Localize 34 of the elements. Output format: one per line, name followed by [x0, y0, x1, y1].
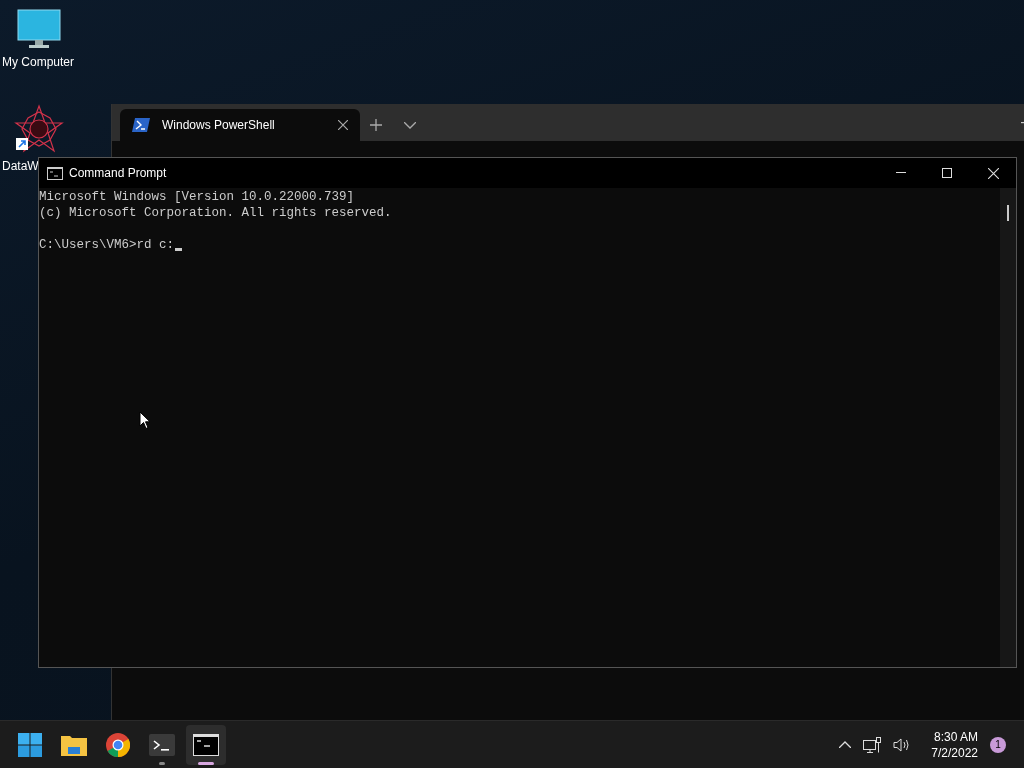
windows-logo-icon [18, 732, 42, 757]
clock-time: 8:30 AM [933, 728, 978, 745]
console-icon [47, 166, 63, 180]
terminal-tab[interactable]: Windows PowerShell [120, 109, 360, 141]
taskbar-app[interactable] [186, 724, 226, 765]
chrome-icon [106, 732, 130, 757]
network-icon[interactable] [863, 736, 882, 753]
console-icon [193, 733, 219, 756]
terminal-icon [149, 733, 175, 756]
minimize-icon [896, 172, 906, 174]
mouse-pointer-icon [139, 411, 151, 430]
powershell-icon [132, 118, 150, 132]
console-prompt: C:\Users\VM6>rd c: [39, 237, 175, 253]
tab-title: Windows PowerShell [162, 117, 276, 134]
clock[interactable]: 8:30 AM 7/2/2022 [931, 728, 978, 761]
console-line: Microsoft Windows [Version 10.0.22000.739] [39, 189, 355, 205]
close-icon [987, 167, 999, 179]
chevron-up-icon[interactable] [839, 741, 852, 748]
close-icon[interactable] [338, 120, 348, 130]
console-line: (c) Microsoft Corporation. All rights reserved. [39, 205, 392, 221]
monitor-icon[interactable] [17, 8, 61, 50]
folder-icon [61, 733, 87, 756]
maximize-icon [942, 168, 952, 178]
scrollbar[interactable] [1000, 188, 1016, 667]
window-title: Command Prompt [69, 165, 167, 182]
icon-label: My Computer [1, 54, 75, 70]
plus-icon[interactable] [370, 119, 382, 131]
star-shortcut-icon[interactable] [14, 104, 64, 154]
text-cursor [175, 248, 183, 251]
speaker-icon[interactable] [893, 736, 912, 753]
notification-badge[interactable]: 1 [990, 736, 1006, 753]
clock-date: 7/2/2022 [931, 744, 978, 761]
icon-label: DataW [1, 158, 39, 174]
chevron-down-icon[interactable] [404, 122, 416, 129]
